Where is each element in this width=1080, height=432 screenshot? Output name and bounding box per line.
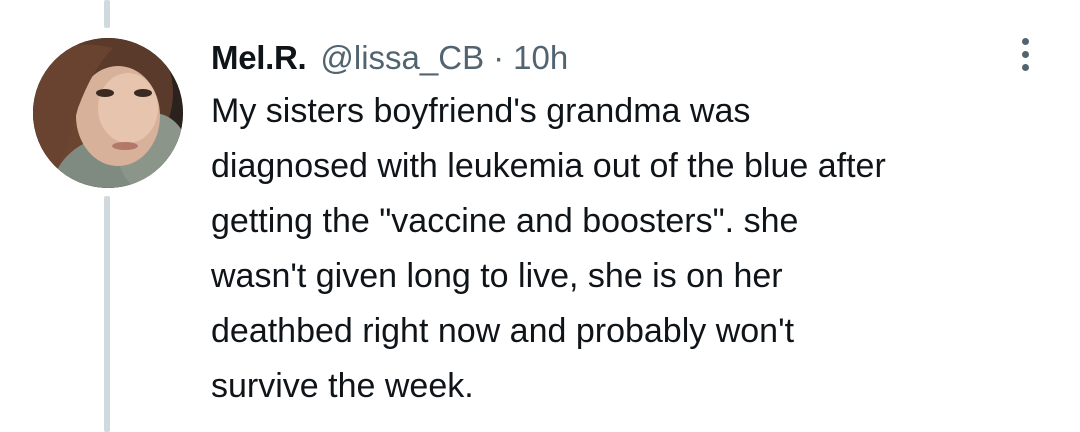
tweet-text-line: diagnosed with leukemia out of the blue …	[211, 147, 886, 185]
more-dot	[1021, 37, 1029, 45]
thread-line-top	[104, 0, 110, 28]
avatar-image	[33, 38, 183, 188]
display-name[interactable]: Mel.R.	[211, 39, 307, 77]
separator-dot: ·	[493, 39, 505, 76]
tweet-text: My sisters boyfriend's grandma was diagn…	[211, 84, 1051, 414]
tweet-text-line: survive the week.	[211, 367, 474, 405]
avatar[interactable]	[33, 38, 183, 188]
tweet-text-line: deathbed right now and probably won't	[211, 312, 795, 350]
tweet[interactable]: Mel.R. @lissa_CB · 10h My sisters boyfri…	[0, 0, 1080, 432]
tweet-header: Mel.R. @lissa_CB · 10h	[211, 36, 568, 80]
more-dot	[1021, 63, 1029, 71]
tweet-text-line: My sisters boyfriend's grandma was	[211, 92, 751, 130]
tweet-text-line: wasn't given long to live, she is on her	[211, 257, 783, 295]
user-handle[interactable]: @lissa_CB	[320, 39, 484, 77]
timestamp[interactable]: 10h	[513, 39, 568, 77]
thread-line-bottom	[104, 196, 110, 432]
more-dot	[1021, 50, 1029, 58]
tweet-text-line: getting the "vaccine and boosters". she	[211, 202, 799, 240]
more-vertical-icon[interactable]	[1010, 34, 1040, 74]
